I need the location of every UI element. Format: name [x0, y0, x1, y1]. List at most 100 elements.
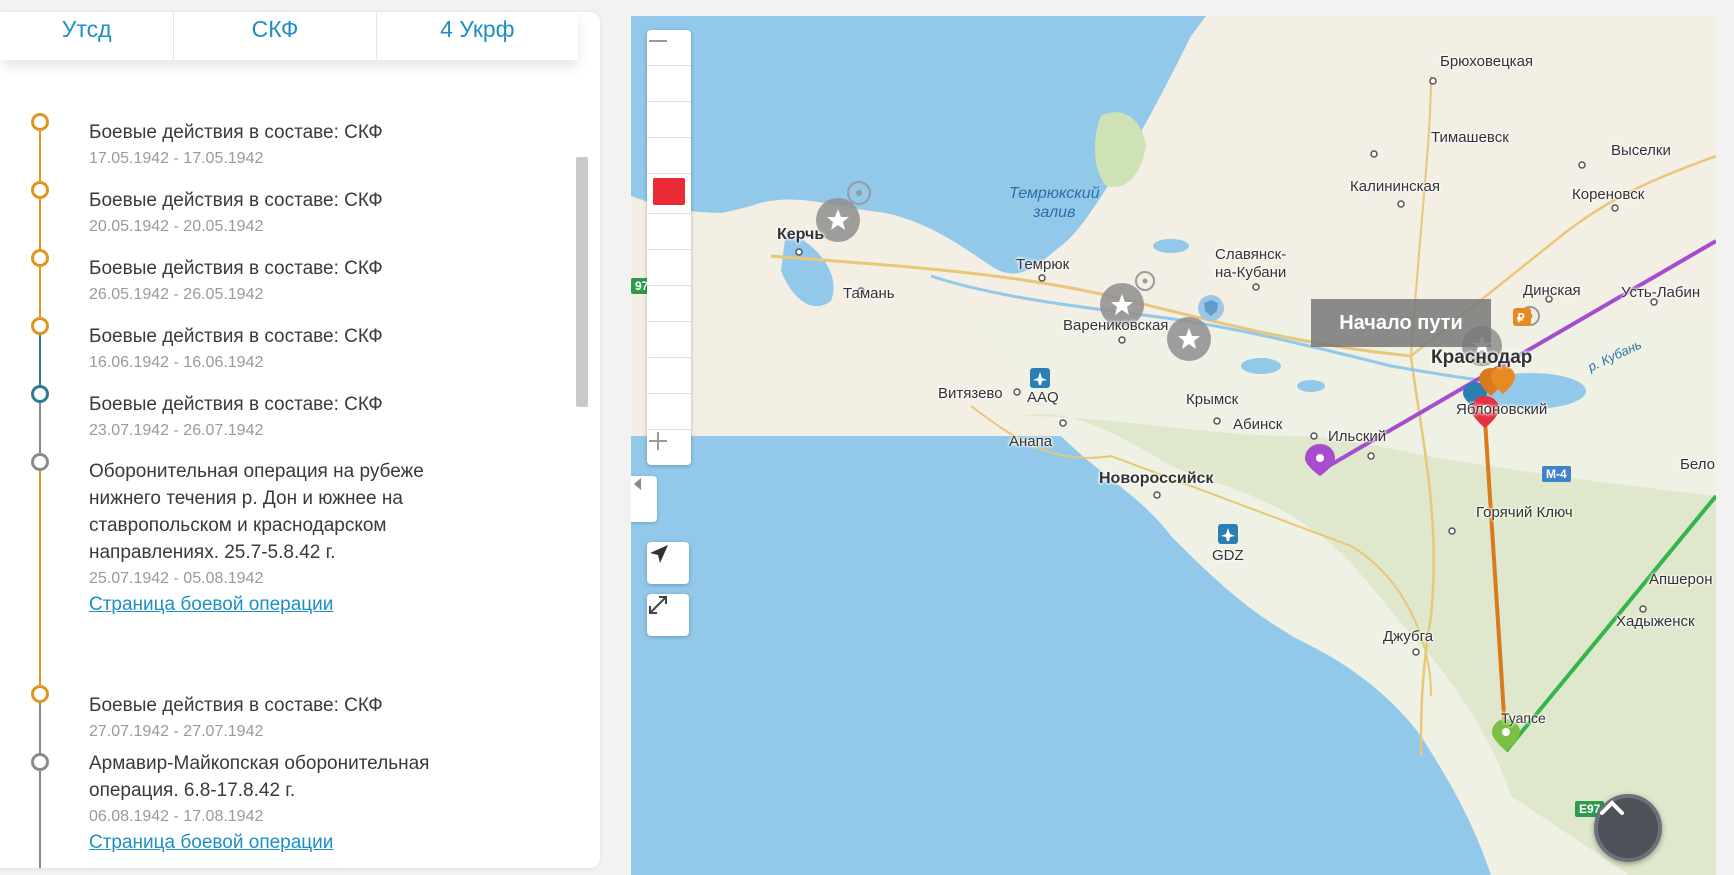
- gulf-label: Темрюкский залив: [1009, 184, 1100, 222]
- place-label: Джубга: [1383, 628, 1434, 645]
- timeline-connector: [39, 121, 41, 189]
- gulf-label-line: залив: [1033, 204, 1076, 221]
- airport-icon: [1030, 368, 1050, 388]
- place-label: Калининская: [1350, 178, 1441, 195]
- navigation-arrow-icon: [650, 545, 668, 563]
- timeline-dot: [31, 181, 49, 199]
- place-label: Динская: [1523, 282, 1581, 299]
- road-badge: М-4: [1542, 466, 1571, 482]
- map-base: ₽: [631, 16, 1716, 875]
- map[interactable]: ₽ Брюховецкая Тимашевск Выселки Калининс…: [631, 16, 1716, 875]
- timeline-connector: [39, 257, 41, 325]
- place-label: Варениковская: [1063, 317, 1169, 334]
- timeline-item: Боевые действия в составе: СКФ 16.06.194…: [89, 323, 509, 374]
- timeline-dot: [31, 753, 49, 771]
- airport-label: AAQ: [1027, 389, 1059, 406]
- event-date: 17.05.1942 - 17.05.1942: [89, 150, 264, 167]
- zoom-level[interactable]: [647, 214, 691, 250]
- timeline-connector: [39, 761, 41, 868]
- tab-label: СКФ: [251, 16, 299, 42]
- event-date: 27.07.1942 - 27.07.1942: [89, 723, 264, 740]
- tab-label: 4 Укрф: [440, 16, 515, 42]
- event-title-line: направлениях. 25.7-5.8.42 г.: [89, 542, 336, 563]
- tab-skf[interactable]: СКФ: [174, 12, 377, 60]
- city-label-novorossiysk: Новороссийск: [1099, 470, 1214, 487]
- timeline-connector: [39, 325, 41, 393]
- lake: [1153, 239, 1189, 253]
- event-title-line: Оборонительная операция на рубеже: [89, 461, 424, 482]
- place-label: Горячий Ключ: [1476, 504, 1573, 521]
- place-label: Абинск: [1233, 416, 1283, 433]
- place-label: Апшерон: [1649, 571, 1713, 588]
- combat-path-panel: Утсд СКФ 4 Укрф Боевые действия в состав…: [0, 12, 600, 868]
- place-label: Брюховецкая: [1440, 53, 1534, 70]
- expand-icon: [649, 596, 667, 614]
- event-date: 06.08.1942 - 17.08.1942: [89, 808, 264, 825]
- plus-icon: [649, 432, 667, 450]
- timeline-item: Боевые действия в составе: СКФ 20.05.194…: [89, 187, 509, 238]
- scroll-to-top-button[interactable]: [1594, 794, 1662, 862]
- timeline: Боевые действия в составе: СКФ 17.05.194…: [0, 12, 570, 868]
- timeline-dot: [31, 113, 49, 131]
- place-label: Темрюк: [1016, 256, 1070, 273]
- event-date: 20.05.1942 - 20.05.1942: [89, 218, 264, 235]
- city-label-krasnodar: Краснодар: [1431, 347, 1533, 368]
- event-title-line: ставропольском и краснодарском: [89, 515, 387, 536]
- place-label: Яблоновский: [1456, 401, 1548, 418]
- collapse-panel-button[interactable]: [631, 476, 657, 522]
- event-title-line: нижнего течения р. Дон и южнее на: [89, 488, 403, 509]
- place-label-line: Славянск-: [1215, 246, 1287, 263]
- route-start-tooltip: Начало пути: [1311, 299, 1491, 347]
- zoom-control: [647, 30, 691, 465]
- timeline-dot: [31, 317, 49, 335]
- timeline-connector: [39, 393, 41, 461]
- lake: [1241, 358, 1281, 374]
- airport-label: GDZ: [1212, 547, 1244, 564]
- event-title: Боевые действия в составе: СКФ: [89, 122, 383, 143]
- event-title: Боевые действия в составе: СКФ: [89, 695, 383, 716]
- place-label: Усть-Лабин: [1621, 284, 1701, 301]
- timeline-connector: [39, 461, 41, 693]
- zoom-out-button[interactable]: [647, 30, 691, 66]
- timeline-dot: [31, 385, 49, 403]
- place-label: Керчь: [777, 226, 825, 243]
- zoom-level[interactable]: [647, 358, 691, 394]
- timeline-dot: [31, 249, 49, 267]
- zoom-level[interactable]: [647, 322, 691, 358]
- timeline-connector: [39, 693, 41, 761]
- place-label: Анапа: [1009, 433, 1053, 450]
- zoom-level[interactable]: [647, 286, 691, 322]
- operation-page-link[interactable]: Страница боевой операции: [89, 592, 333, 618]
- zoom-level-indicator: [653, 178, 685, 205]
- timeline-item: Оборонительная операция на рубеже нижнег…: [89, 458, 509, 618]
- timeline-item: Боевые действия в составе: СКФ 17.05.194…: [89, 119, 509, 170]
- timeline-connector: [39, 189, 41, 257]
- event-title: Боевые действия в составе: СКФ: [89, 326, 383, 347]
- ruble-icon: ₽: [1513, 308, 1531, 326]
- place-label: Ильский: [1328, 428, 1387, 445]
- event-date: 26.05.1942 - 26.05.1942: [89, 286, 264, 303]
- tab-utsd[interactable]: Утсд: [0, 12, 175, 60]
- timeline-dot: [31, 685, 49, 703]
- zoom-level[interactable]: [647, 102, 691, 138]
- zoom-in-button[interactable]: [647, 430, 691, 465]
- tab-4-ukrf[interactable]: 4 Укрф: [377, 12, 578, 60]
- fullscreen-button[interactable]: [647, 594, 689, 636]
- zoom-level-current[interactable]: [647, 178, 691, 214]
- zoom-level[interactable]: [647, 138, 691, 174]
- event-date: 23.07.1942 - 26.07.1942: [89, 422, 264, 439]
- place-label: Крымск: [1186, 391, 1239, 408]
- event-title: Боевые действия в составе: СКФ: [89, 258, 383, 279]
- zoom-level[interactable]: [647, 250, 691, 286]
- scrollbar[interactable]: [576, 157, 588, 407]
- timeline-item: Боевые действия в составе: СКФ 23.07.194…: [89, 391, 509, 442]
- geolocation-button[interactable]: [647, 542, 689, 584]
- chevron-left-icon: [634, 478, 641, 490]
- svg-text:₽: ₽: [1517, 311, 1525, 325]
- zoom-level[interactable]: [647, 394, 691, 430]
- star-marker[interactable]: [1167, 317, 1211, 361]
- place-label: Витязево: [938, 385, 1003, 402]
- zoom-level[interactable]: [647, 66, 691, 102]
- operation-page-link[interactable]: Страница боевой операции: [89, 830, 333, 856]
- gulf-label-line: Темрюкский: [1009, 185, 1100, 202]
